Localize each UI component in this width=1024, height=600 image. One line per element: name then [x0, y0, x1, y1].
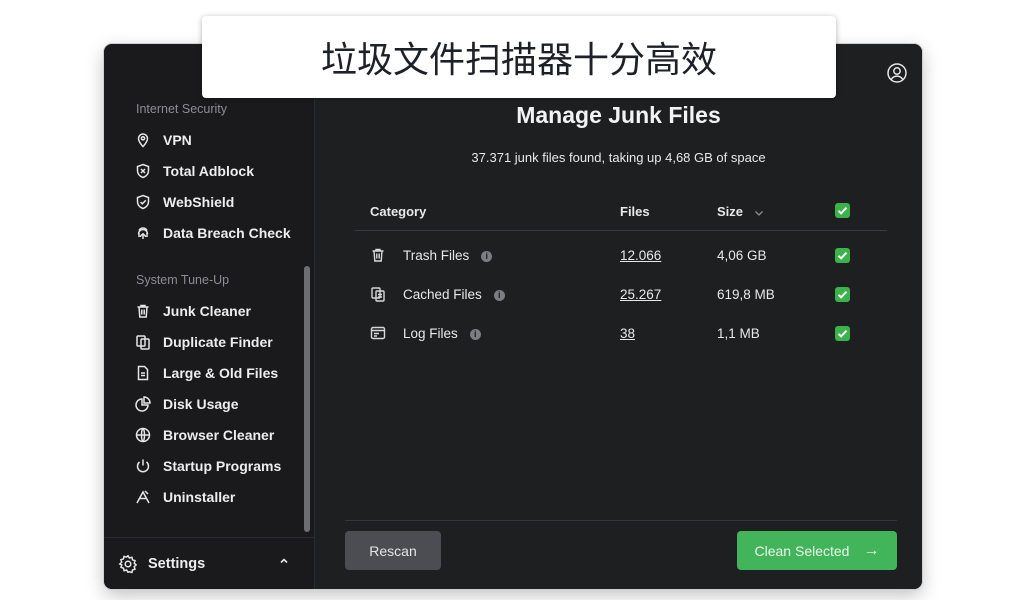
sidebar-item-vpn[interactable]: VPN — [134, 128, 192, 152]
column-header-size[interactable]: Size — [717, 204, 765, 219]
trash-icon — [370, 247, 386, 266]
row-checkbox[interactable] — [835, 326, 850, 341]
category-label: Trash Files — [403, 248, 470, 263]
sidebar-item-uninstaller[interactable]: Uninstaller — [134, 485, 235, 509]
pie-chart-icon — [134, 395, 152, 413]
row-checkbox[interactable] — [835, 248, 850, 263]
page-title: Manage Junk Files — [516, 102, 721, 128]
info-icon[interactable]: i — [469, 328, 481, 340]
sidebar-item-label: Large & Old Files — [163, 365, 279, 381]
row-files-link[interactable]: 12.066 — [620, 248, 661, 263]
sidebar-item-label: Junk Cleaner — [163, 303, 251, 319]
sidebar-item-total-adblock[interactable]: Total Adblock — [134, 159, 254, 183]
settings-label: Settings — [148, 555, 206, 572]
sidebar-item-startup-programs[interactable]: Startup Programs — [134, 454, 281, 478]
sidebar-item-label: VPN — [163, 132, 192, 148]
column-header-files[interactable]: Files — [620, 204, 650, 219]
sidebar-item-label: Uninstaller — [163, 489, 236, 505]
shield-x-icon — [134, 162, 152, 180]
table-row: Cached Files i 25.267 619,8 MB — [355, 275, 887, 314]
user-icon — [887, 63, 907, 83]
sidebar-item-data-breach-check[interactable]: Data Breach Check — [134, 221, 291, 245]
main-panel: Manage Junk Files 37.371 junk files foun… — [315, 44, 922, 589]
power-icon — [134, 457, 152, 475]
arrow-right-icon: → — [863, 541, 880, 559]
app-window: Internet Security VPN Total Adblock WebS… — [104, 44, 922, 589]
footer-divider — [345, 520, 897, 521]
sidebar-item-duplicate-finder[interactable]: Duplicate Finder — [134, 330, 273, 354]
document-icon — [134, 364, 152, 382]
select-all-checkbox[interactable] — [835, 203, 850, 218]
table-row: Trash Files i 12.066 4,06 GB — [355, 236, 887, 275]
junk-summary: 37.371 junk files found, taking up 4,68 … — [471, 150, 766, 165]
sidebar-item-large-old-files[interactable]: Large & Old Files — [134, 361, 278, 385]
gear-icon — [118, 554, 138, 573]
chevron-down-icon — [754, 210, 763, 216]
sidebar-item-label: Startup Programs — [163, 458, 282, 474]
size-header-label: Size — [717, 204, 744, 219]
globe-icon — [134, 426, 152, 444]
section-title-internet-security: Internet Security — [136, 102, 228, 116]
account-button[interactable] — [886, 62, 908, 84]
clean-selected-label: Clean Selected — [754, 542, 850, 559]
sidebar-item-label: Disk Usage — [163, 396, 239, 412]
sidebar-item-label: Browser Cleaner — [163, 427, 275, 443]
chevron-up-icon — [280, 558, 288, 564]
table-row: Log Files i 38 1,1 MB — [355, 314, 887, 353]
row-size: 4,06 GB — [717, 248, 767, 263]
sidebar: Internet Security VPN Total Adblock WebS… — [104, 44, 315, 589]
row-category: Log Files i — [403, 326, 481, 341]
sidebar-item-disk-usage[interactable]: Disk Usage — [134, 392, 238, 416]
sidebar-item-label: WebShield — [163, 194, 235, 210]
sidebar-item-junk-cleaner[interactable]: Junk Cleaner — [134, 299, 251, 323]
fingerprint-icon — [134, 224, 152, 242]
row-files-link[interactable]: 25.267 — [620, 287, 661, 302]
log-icon — [370, 325, 386, 344]
trash-icon — [134, 302, 152, 320]
row-checkbox[interactable] — [835, 287, 850, 302]
cache-icon — [370, 286, 386, 305]
clean-selected-button[interactable]: Clean Selected → — [737, 531, 897, 570]
row-category: Trash Files i — [403, 248, 493, 263]
duplicate-icon — [134, 333, 152, 351]
sidebar-item-label: Total Adblock — [163, 163, 254, 179]
location-pin-icon — [134, 131, 152, 149]
sidebar-item-label: Duplicate Finder — [163, 334, 273, 350]
row-size: 619,8 MB — [717, 287, 775, 302]
row-category: Cached Files i — [403, 287, 505, 302]
info-icon[interactable]: i — [481, 250, 493, 262]
column-header-category[interactable]: Category — [370, 204, 426, 219]
info-icon[interactable]: i — [493, 289, 505, 301]
row-size: 1,1 MB — [717, 326, 760, 341]
junk-table: Category Files Size Trash Files i 12.066 … — [355, 194, 887, 353]
category-label: Log Files — [403, 326, 458, 341]
sidebar-item-browser-cleaner[interactable]: Browser Cleaner — [134, 423, 274, 447]
rescan-button[interactable]: Rescan — [345, 531, 441, 570]
sidebar-item-label: Data Breach Check — [163, 225, 291, 241]
table-header: Category Files Size — [355, 194, 887, 231]
section-title-system-tune-up: System Tune-Up — [136, 273, 230, 287]
shield-check-icon — [134, 193, 152, 211]
settings-button[interactable]: Settings — [104, 537, 314, 589]
sidebar-item-webshield[interactable]: WebShield — [134, 190, 234, 214]
row-files-link[interactable]: 38 — [620, 326, 635, 341]
sidebar-scrollbar[interactable] — [304, 266, 310, 532]
uninstall-icon — [134, 488, 152, 506]
category-label: Cached Files — [403, 287, 482, 302]
caption-overlay: 垃圾文件扫描器十分高效 — [202, 16, 836, 98]
